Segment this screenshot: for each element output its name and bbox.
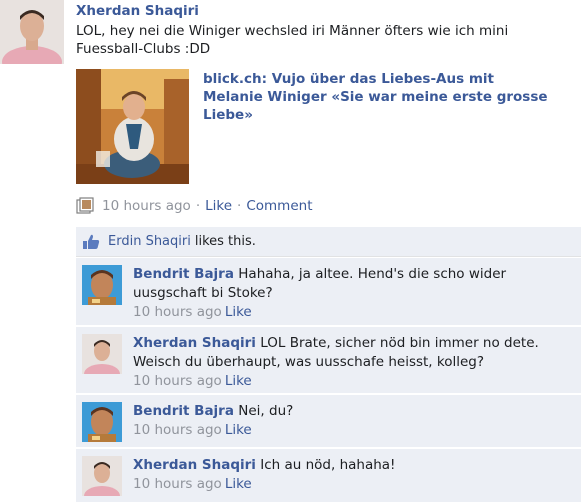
meta-separator: · [195,198,201,214]
commenter-avatar[interactable] [82,402,122,442]
comment-body: Bendrit Bajra Hahaha, ja altee. Hend's d… [133,265,573,322]
shared-link[interactable]: blick.ch: Vujo über das Liebes-Aus mit M… [76,69,566,184]
author-avatar[interactable] [0,0,64,64]
meta-separator: · [237,198,242,214]
thumbs-up-icon [82,234,100,250]
comment-post-link[interactable]: Comment [246,198,312,214]
comment-timestamp[interactable]: 10 hours ago [133,422,222,438]
comment-text: Nei, du? [238,403,294,419]
like-comment-link[interactable]: Like [225,304,252,320]
like-comment-link[interactable]: Like [225,422,252,438]
comment-item: Bendrit Bajra Nei, du? 10 hours ago Like [76,395,581,448]
commenter-avatar[interactable] [82,334,122,374]
commenter-avatar[interactable] [82,265,122,305]
comment-item: Xherdan Shaqiri LOL Brate, sicher nöd bi… [76,327,581,394]
commenter-avatar[interactable] [82,456,122,496]
shared-link-thumbnail[interactable] [76,69,189,184]
like-comment-link[interactable]: Like [225,476,252,492]
comment-item: Bendrit Bajra Hahaha, ja altee. Hend's d… [76,258,581,326]
shared-link-title[interactable]: blick.ch: Vujo über das Liebes-Aus mit M… [203,70,553,124]
like-post-link[interactable]: Like [205,198,232,214]
comment-author-name[interactable]: Bendrit Bajra [133,403,234,419]
post-meta: 10 hours ago · Like · Comment [76,197,313,215]
comment-body: Bendrit Bajra Nei, du? 10 hours ago Like [133,402,573,440]
post-text: LOL, hey nei die Winiger wechsled iri Mä… [76,23,509,57]
post-timestamp[interactable]: 10 hours ago [102,198,191,214]
likes-summary: Erdin Shaqiri likes this. [76,227,581,257]
comment-timestamp[interactable]: 10 hours ago [133,304,222,320]
comment-meta: 10 hours ago Like [133,372,573,391]
comment-meta: 10 hours ago Like [133,475,573,494]
likes-suffix: likes this. [194,234,256,249]
comment-timestamp[interactable]: 10 hours ago [133,476,222,492]
comment-body: Xherdan Shaqiri LOL Brate, sicher nöd bi… [133,334,573,391]
like-comment-link[interactable]: Like [225,373,252,389]
liker-name-link[interactable]: Erdin Shaqiri [108,234,191,249]
comment-author-name[interactable]: Bendrit Bajra [133,266,234,282]
post-author-name[interactable]: Xherdan Shaqiri [76,3,199,19]
comment-meta: 10 hours ago Like [133,303,573,322]
comment-body: Xherdan Shaqiri Ich au nöd, hahaha! 10 h… [133,456,573,494]
comment-meta: 10 hours ago Like [133,421,573,440]
shared-link-icon [76,197,94,215]
comment-timestamp[interactable]: 10 hours ago [133,373,222,389]
comment-item: Xherdan Shaqiri Ich au nöd, hahaha! 10 h… [76,449,581,503]
comment-author-name[interactable]: Xherdan Shaqiri [133,457,256,473]
comment-author-name[interactable]: Xherdan Shaqiri [133,335,256,351]
comment-text: Ich au nöd, hahaha! [260,457,396,473]
